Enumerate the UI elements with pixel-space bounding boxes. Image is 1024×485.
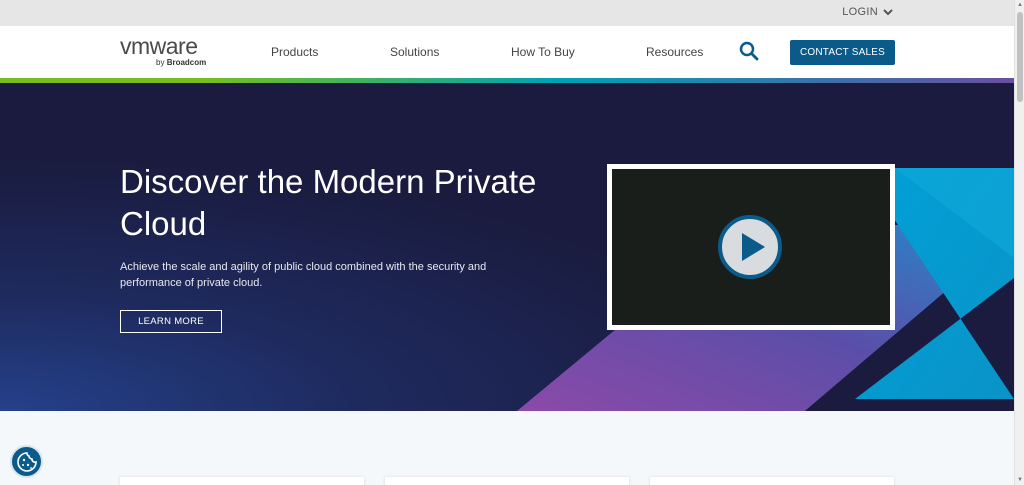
login-button[interactable]: LOGIN <box>842 6 894 18</box>
chevron-down-icon <box>883 9 893 16</box>
video-player[interactable] <box>607 164 895 330</box>
logo-wordmark: vmware <box>120 33 198 59</box>
contact-sales-button[interactable]: CONTACT SALES <box>790 40 895 65</box>
logo-by: by <box>156 58 165 67</box>
video-thumbnail[interactable] <box>612 169 890 325</box>
search-icon[interactable] <box>739 41 759 61</box>
scroll-down-arrow-icon[interactable]: ▼ <box>1016 476 1024 484</box>
logo-byline: by Broadcom <box>156 58 206 67</box>
feature-cards-section <box>0 411 1014 485</box>
main-navigation: vmware by Broadcom Products Solutions Ho… <box>0 26 1014 78</box>
feature-card[interactable] <box>120 477 364 485</box>
hero-description: Achieve the scale and agility of public … <box>120 261 487 289</box>
feature-card[interactable] <box>650 477 894 485</box>
login-label: LOGIN <box>842 6 878 18</box>
learn-more-button[interactable]: LEARN MORE <box>120 310 222 333</box>
nav-item-resources[interactable]: Resources <box>646 45 703 59</box>
hero-banner: Discover the Modern Private Cloud Achiev… <box>0 83 1014 411</box>
vmware-logo[interactable]: vmware by Broadcom <box>120 33 220 73</box>
cookie-settings-button[interactable] <box>10 445 43 478</box>
nav-item-solutions[interactable]: Solutions <box>390 45 439 59</box>
scroll-up-arrow-icon[interactable]: ▲ <box>1016 1 1024 9</box>
cookie-icon <box>16 451 37 472</box>
hero-title: Discover the Modern Private Cloud <box>120 163 537 242</box>
feature-card[interactable] <box>385 477 629 485</box>
nav-item-how-to-buy[interactable]: How To Buy <box>511 45 575 59</box>
logo-broadcom: Broadcom <box>166 58 207 67</box>
play-icon[interactable] <box>718 215 782 279</box>
vmware-homepage: LOGIN vmware by Broadcom Products Soluti… <box>0 0 1024 485</box>
page-scrollbar[interactable]: ▲ ▼ <box>1014 0 1024 485</box>
scroll-thumb[interactable] <box>1017 12 1023 102</box>
nav-item-products[interactable]: Products <box>271 45 318 59</box>
utility-bar: LOGIN <box>0 0 1014 26</box>
